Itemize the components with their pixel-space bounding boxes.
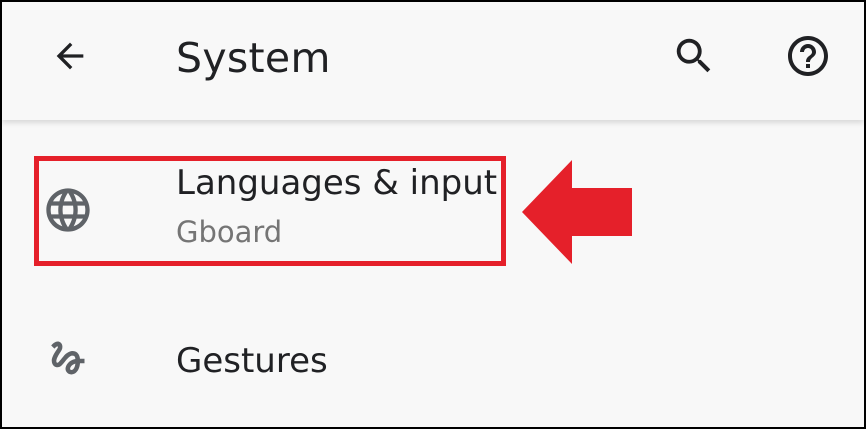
settings-item-subtitle: Gboard (176, 215, 283, 249)
settings-item-title: Gestures (176, 341, 328, 381)
help-button[interactable] (776, 28, 840, 84)
back-button[interactable] (38, 28, 102, 84)
settings-item-title: Languages & input (176, 163, 498, 203)
search-button[interactable] (662, 28, 726, 84)
app-bar: System (2, 2, 864, 120)
search-icon (676, 38, 711, 73)
screen-frame: System Languages & input Gboard Gestures (0, 0, 866, 429)
settings-list: Languages & input Gboard Gestures (2, 120, 864, 427)
page-title: System (176, 34, 331, 82)
settings-item-gestures[interactable]: Gestures (2, 310, 864, 414)
gesture-icon (40, 330, 96, 386)
settings-item-languages-input[interactable]: Languages & input Gboard (2, 158, 864, 262)
help-icon (788, 36, 828, 76)
arrow-back-icon (56, 42, 84, 70)
globe-icon (40, 182, 96, 238)
